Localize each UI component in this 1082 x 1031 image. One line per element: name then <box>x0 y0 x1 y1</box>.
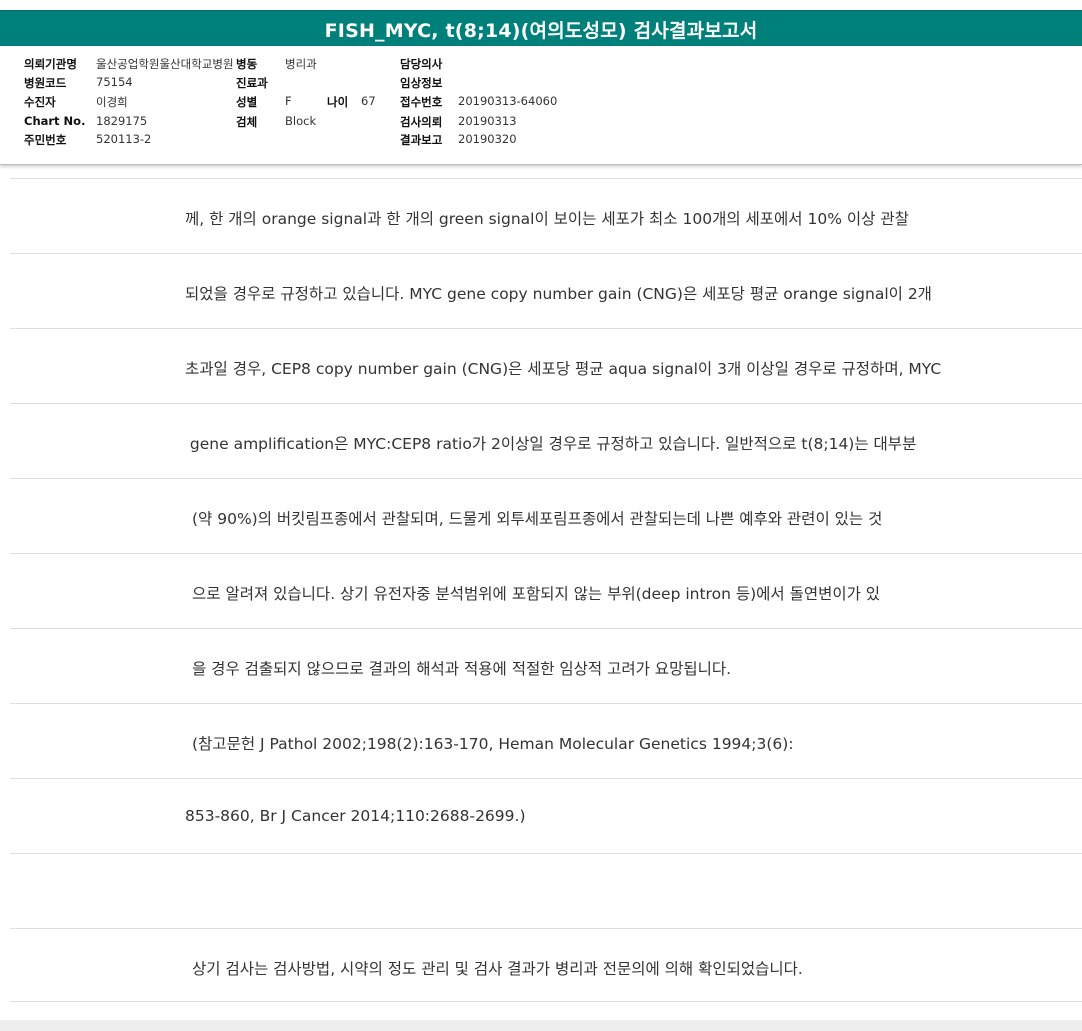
report-line-1: 께, 한 개의 orange signal과 한 개의 green signal… <box>10 178 1082 253</box>
patient-label: 수진자 <box>24 95 56 109</box>
specimen-label: 검체 <box>236 115 258 129</box>
receipt-label: 접수번호 <box>400 95 443 109</box>
age-value: 67 <box>361 94 376 108</box>
report-line-11: 상기 검사는 검사방법, 시약의 정도 관리 및 검사 결과가 병리과 전문의에… <box>10 928 1082 1003</box>
report-line-9: 853-860, Br J Cancer 2014;110:2688-2699.… <box>10 778 1082 853</box>
request-label: 검사의뢰 <box>400 115 443 129</box>
result-label: 결과보고 <box>400 133 443 147</box>
bottom-band <box>0 1020 1082 1031</box>
report-text: gene amplification은 MYC:CEP8 ratio가 2이상일… <box>185 435 917 453</box>
patient-info-header: 의뢰기관명 울산공업학원울산대학교병원 병동 병리과 담당의사 병원코드 751… <box>0 46 1082 165</box>
age-label: 나이 <box>327 95 349 109</box>
sex-label: 성별 <box>236 95 258 109</box>
specimen-value: Block <box>285 114 317 128</box>
divider <box>10 1001 1082 1002</box>
report-text: 853-860, Br J Cancer 2014;110:2688-2699.… <box>185 807 526 825</box>
report-line-8: (참고문헌 J Pathol 2002;198(2):163-170, Hema… <box>10 703 1082 778</box>
report-text: 께, 한 개의 orange signal과 한 개의 green signal… <box>185 210 909 228</box>
report-text: 되었을 경우로 규정하고 있습니다. MYC gene copy number … <box>185 285 932 303</box>
receipt-value: 20190313-64060 <box>458 94 558 108</box>
id-label: 주민번호 <box>24 133 67 147</box>
hospital-code-value: 75154 <box>96 75 133 89</box>
ward-label: 병동 <box>236 57 258 71</box>
report-text: 상기 검사는 검사방법, 시약의 정도 관리 및 검사 결과가 병리과 전문의에… <box>192 960 803 978</box>
report-text: 으로 알려져 있습니다. 상기 유전자중 분석범위에 포함되지 않는 부위(de… <box>192 585 881 603</box>
report-line-7: 을 경우 검출되지 않으므로 결과의 해석과 적용에 적절한 임상적 고려가 요… <box>10 628 1082 703</box>
report-line-3: 초과일 경우, CEP8 copy number gain (CNG)은 세포당… <box>10 328 1082 403</box>
doctor-label: 담당의사 <box>400 57 443 71</box>
dept-label: 진료과 <box>236 76 268 90</box>
clinical-info-label: 임상정보 <box>400 76 443 90</box>
report-text: (참고문헌 J Pathol 2002;198(2):163-170, Hema… <box>192 735 794 753</box>
request-value: 20190313 <box>458 114 517 128</box>
report-line-5: (약 90%)의 버킷림프종에서 관찰되며, 드물게 외투세포림프종에서 관찰되… <box>10 478 1082 553</box>
report-line-2: 되었을 경우로 규정하고 있습니다. MYC gene copy number … <box>10 253 1082 328</box>
report-line-4: gene amplification은 MYC:CEP8 ratio가 2이상일… <box>10 403 1082 478</box>
result-value: 20190320 <box>458 132 517 146</box>
report-title-bar: FISH_MYC, t(8;14)(여의도성모) 검사결과보고서 <box>0 10 1082 47</box>
report-text: 을 경우 검출되지 않으므로 결과의 해석과 적용에 적절한 임상적 고려가 요… <box>192 660 732 678</box>
institution-label: 의뢰기관명 <box>24 57 77 71</box>
report-text: (약 90%)의 버킷림프종에서 관찰되며, 드물게 외투세포림프종에서 관찰되… <box>192 510 883 528</box>
info-row-5: 주민번호 520113-2 결과보고 20190320 <box>0 132 1082 150</box>
patient-value: 이경희 <box>96 95 128 109</box>
info-row-2: 병원코드 75154 진료과 임상정보 <box>0 75 1082 93</box>
hospital-code-label: 병원코드 <box>24 76 67 90</box>
id-value: 520113-2 <box>96 132 152 146</box>
report-text: 초과일 경우, CEP8 copy number gain (CNG)은 세포당… <box>185 360 942 378</box>
info-row-4: Chart No. 1829175 검체 Block 검사의뢰 20190313 <box>0 114 1082 132</box>
institution-value: 울산공업학원울산대학교병원 <box>96 57 234 71</box>
info-row-3: 수진자 이경희 성별 F 나이 67 접수번호 20190313-64060 <box>0 94 1082 112</box>
report-line-6: 으로 알려져 있습니다. 상기 유전자중 분석범위에 포함되지 않는 부위(de… <box>10 553 1082 628</box>
chart-label: Chart No. <box>24 114 86 128</box>
report-body: 께, 한 개의 orange signal과 한 개의 green signal… <box>0 178 1082 1003</box>
sex-value: F <box>285 94 292 108</box>
report-line-10 <box>10 853 1082 928</box>
ward-value: 병리과 <box>285 57 317 71</box>
info-row-1: 의뢰기관명 울산공업학원울산대학교병원 병동 병리과 담당의사 <box>0 56 1082 74</box>
report-title: FISH_MYC, t(8;14)(여의도성모) 검사결과보고서 <box>324 19 758 42</box>
chart-value: 1829175 <box>96 114 148 128</box>
